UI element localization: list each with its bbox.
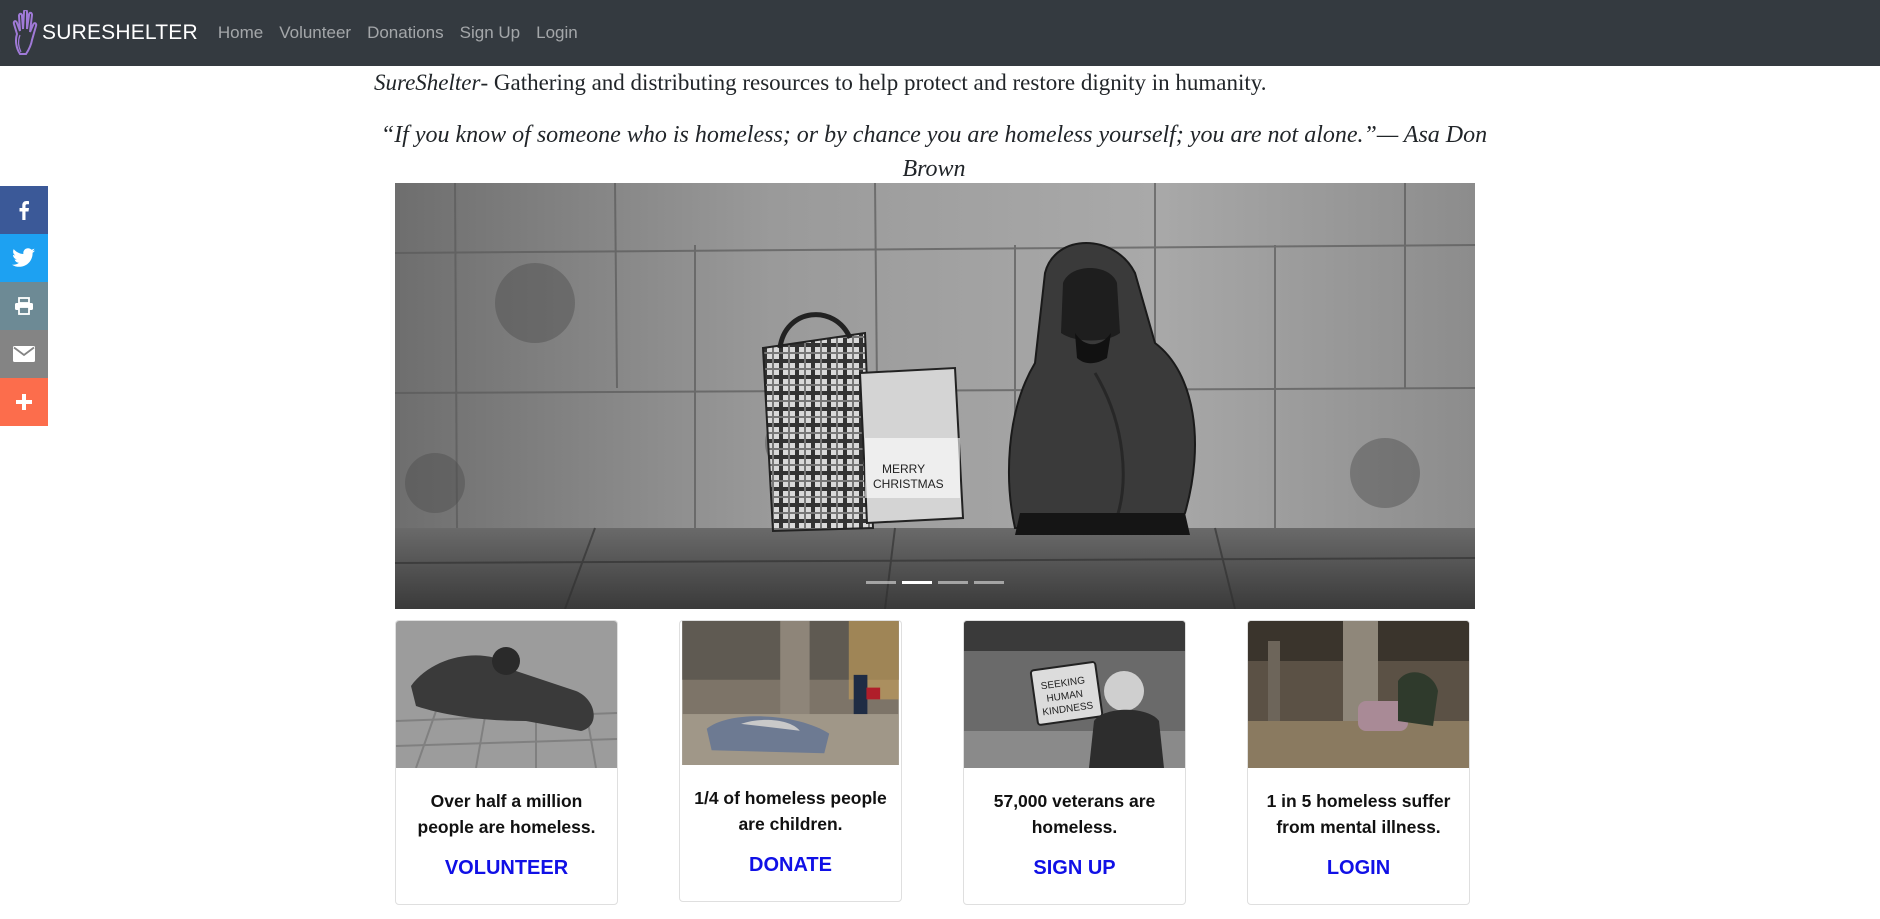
svg-text:MERRY: MERRY [882, 462, 925, 476]
nav-volunteer[interactable]: Volunteer [271, 23, 359, 43]
brand-link[interactable]: SURESHELTER [12, 10, 198, 56]
brand-name: SURESHELTER [42, 21, 198, 44]
hero-slide-image: MERRY CHRISTMAS [395, 183, 1475, 609]
login-link[interactable]: LOGIN [1256, 857, 1461, 904]
volunteer-card-body: Over half a million people are homeless.… [396, 768, 617, 904]
login-card-text: 1 in 5 homeless suffer from mental illne… [1266, 791, 1451, 837]
hero-carousel[interactable]: MERRY CHRISTMAS [395, 183, 1475, 609]
sign-up-card-text: 57,000 veterans are homeless. [993, 791, 1156, 837]
sign-up-card: SEEKING HUMAN KINDNESS 57,000 veterans a… [963, 620, 1186, 905]
sign-up-card-body: 57,000 veterans are homeless. SIGN UP [964, 768, 1185, 904]
carousel-indicators [395, 581, 1475, 584]
intro-text: - Gathering and distributing resources t… [480, 70, 1267, 95]
facebook-icon [19, 201, 29, 220]
twitter-share-button[interactable] [0, 234, 48, 282]
email-icon [13, 346, 35, 362]
donate-card-text: 1/4 of homeless people are children. [694, 788, 887, 834]
volunteer-card-image [396, 621, 617, 768]
plus-icon [16, 394, 32, 410]
nav-donations[interactable]: Donations [359, 23, 452, 43]
svg-text:CHRISTMAS: CHRISTMAS [873, 477, 944, 491]
carousel-indicator-active[interactable] [902, 581, 932, 584]
intro-tagline: SureShelter- Gathering and distributing … [374, 70, 1267, 96]
nav-sign-up[interactable]: Sign Up [452, 23, 528, 43]
carousel-indicator[interactable] [974, 581, 1004, 584]
volunteer-card: Over half a million people are homeless.… [395, 620, 618, 905]
sign-up-card-image: SEEKING HUMAN KINDNESS [964, 621, 1185, 768]
print-icon [15, 297, 33, 315]
login-card-body: 1 in 5 homeless suffer from mental illne… [1248, 768, 1469, 904]
volunteer-link[interactable]: VOLUNTEER [404, 857, 609, 904]
homeless-quote: “If you know of someone who is homeless;… [380, 122, 1488, 182]
more-share-button[interactable] [0, 378, 48, 426]
intro-brand: SureShelter [374, 70, 481, 95]
twitter-icon [12, 248, 35, 267]
navbar: SURESHELTER Home Volunteer Donations Sig… [0, 0, 1880, 66]
donate-card-image [682, 621, 899, 765]
nav-links: Home Volunteer Donations Sign Up Login [210, 23, 586, 43]
nav-home[interactable]: Home [210, 23, 271, 43]
volunteer-card-text: Over half a million people are homeless. [417, 791, 596, 837]
nav-login[interactable]: Login [528, 23, 586, 43]
hand-logo-icon [12, 10, 38, 55]
carousel-indicator[interactable] [938, 581, 968, 584]
donate-link[interactable]: DONATE [688, 854, 893, 901]
carousel-indicator[interactable] [866, 581, 896, 584]
login-card: 1 in 5 homeless suffer from mental illne… [1247, 620, 1470, 905]
facebook-share-button[interactable] [0, 186, 48, 234]
donate-card-body: 1/4 of homeless people are children. DON… [680, 765, 901, 901]
email-share-button[interactable] [0, 330, 48, 378]
login-card-image [1248, 621, 1469, 768]
print-share-button[interactable] [0, 282, 48, 330]
social-share-bar [0, 186, 48, 426]
sign-up-link[interactable]: SIGN UP [972, 857, 1177, 904]
donate-card: 1/4 of homeless people are children. DON… [679, 620, 902, 902]
